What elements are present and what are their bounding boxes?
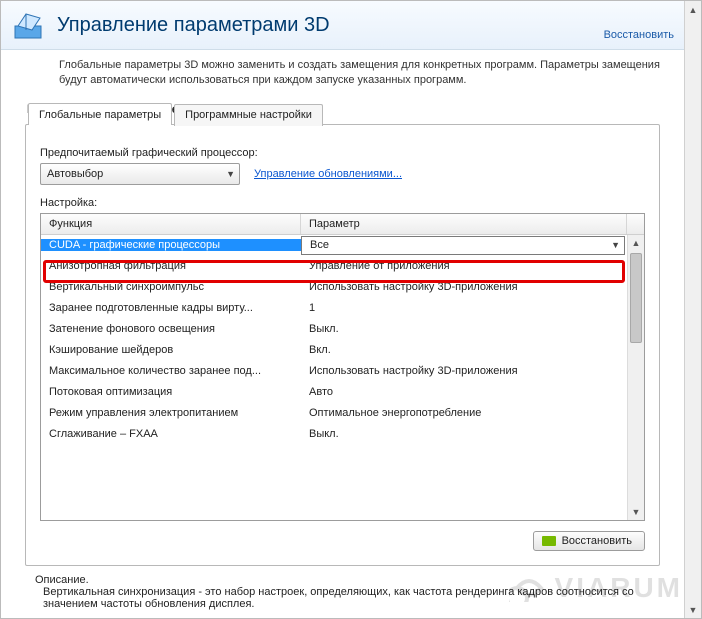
cell-function: Заранее подготовленные кадры вирту... [41, 302, 301, 314]
cell-parameter-value: Все [310, 239, 329, 251]
preferred-gpu-value: Автовыбор [47, 168, 103, 180]
cell-parameter: Авто [301, 386, 627, 398]
window-scrollbar[interactable]: ▲ ▼ [684, 1, 701, 618]
col-scroll-spacer [627, 214, 644, 234]
nvidia-logo-icon [542, 536, 556, 546]
tab-program[interactable]: Программные настройки [174, 104, 323, 126]
cell-parameter: Оптимальное энергопотребление [301, 407, 627, 419]
description-text: Вертикальная синхронизация - это набор н… [43, 586, 650, 610]
table-scrollbar[interactable]: ▲ ▼ [627, 235, 644, 520]
col-parameter-header[interactable]: Параметр [301, 214, 627, 234]
cell-function: CUDA - графические процессоры [41, 239, 301, 251]
cell-parameter-select[interactable]: Все ▼ [301, 236, 625, 255]
cell-function: Кэширование шейдеров [41, 344, 301, 356]
tab-global[interactable]: Глобальные параметры [28, 103, 172, 125]
cell-parameter: Управление от приложения [301, 260, 627, 272]
header-3d-icon [11, 7, 47, 43]
scroll-thumb[interactable] [630, 253, 642, 343]
cell-function: Анизотропная фильтрация [41, 260, 301, 272]
description-block: Описание. Вертикальная синхронизация - э… [19, 566, 666, 610]
tabs: Глобальные параметры Программные настрой… [28, 103, 325, 125]
table-row[interactable]: Кэширование шейдеровВкл. [41, 340, 627, 361]
settings-label: Настройка: [40, 197, 645, 209]
cell-function: Максимальное количество заранее под... [41, 365, 301, 377]
cell-function: Режим управления электропитанием [41, 407, 301, 419]
intro-text: Глобальные параметры 3D можно заменить и… [59, 58, 666, 88]
scroll-down-icon[interactable]: ▼ [685, 601, 701, 618]
chevron-down-icon: ▼ [220, 169, 235, 179]
restore-button[interactable]: Восстановить [533, 531, 645, 551]
manage-updates-link[interactable]: Управление обновлениями... [254, 168, 402, 180]
table-row[interactable]: Режим управления электропитаниемОптималь… [41, 403, 627, 424]
table-row[interactable]: Максимальное количество заранее под...Ис… [41, 361, 627, 382]
cell-parameter: Выкл. [301, 323, 627, 335]
table-header: Функция Параметр [41, 214, 644, 235]
col-function-header[interactable]: Функция [41, 214, 301, 234]
description-label: Описание. [35, 574, 650, 586]
cell-parameter: Вкл. [301, 344, 627, 356]
cell-parameter: Выкл. [301, 428, 627, 440]
cell-parameter: Использовать настройку 3D-приложения [301, 281, 627, 293]
chevron-down-icon: ▼ [611, 240, 620, 250]
scroll-up-icon[interactable]: ▲ [628, 235, 644, 252]
restore-link-top[interactable]: Восстановить [604, 29, 674, 43]
tabs-frame: Глобальные параметры Программные настрой… [25, 124, 660, 566]
table-row[interactable]: CUDA - графические процессоры Все ▼ [41, 235, 627, 256]
cell-function: Вертикальный синхроимпульс [41, 281, 301, 293]
cell-function: Сглаживание – FXAA [41, 428, 301, 440]
cell-function: Затенение фонового освещения [41, 323, 301, 335]
scroll-down-icon[interactable]: ▼ [628, 503, 644, 520]
cell-function: Потоковая оптимизация [41, 386, 301, 398]
scroll-up-icon[interactable]: ▲ [685, 1, 701, 18]
restore-button-label: Восстановить [562, 535, 632, 547]
page-title: Управление параметрами 3D [57, 14, 604, 37]
preferred-gpu-select[interactable]: Автовыбор ▼ [40, 163, 240, 185]
table-row[interactable]: Заранее подготовленные кадры вирту...1 [41, 298, 627, 319]
cell-parameter: 1 [301, 302, 627, 314]
table-row[interactable]: Потоковая оптимизацияАвто [41, 382, 627, 403]
table-row[interactable]: Анизотропная фильтрацияУправление от при… [41, 256, 627, 277]
header-bar: Управление параметрами 3D Восстановить [1, 1, 684, 50]
cell-parameter: Использовать настройку 3D-приложения [301, 365, 627, 377]
table-row[interactable]: Вертикальный синхроимпульсИспользовать н… [41, 277, 627, 298]
table-row[interactable]: Затенение фонового освещенияВыкл. [41, 319, 627, 340]
table-row[interactable]: Сглаживание – FXAAВыкл. [41, 424, 627, 445]
preferred-gpu-label: Предпочитаемый графический процессор: [40, 147, 645, 159]
settings-table: Функция Параметр CUDA - графические проц… [40, 213, 645, 521]
